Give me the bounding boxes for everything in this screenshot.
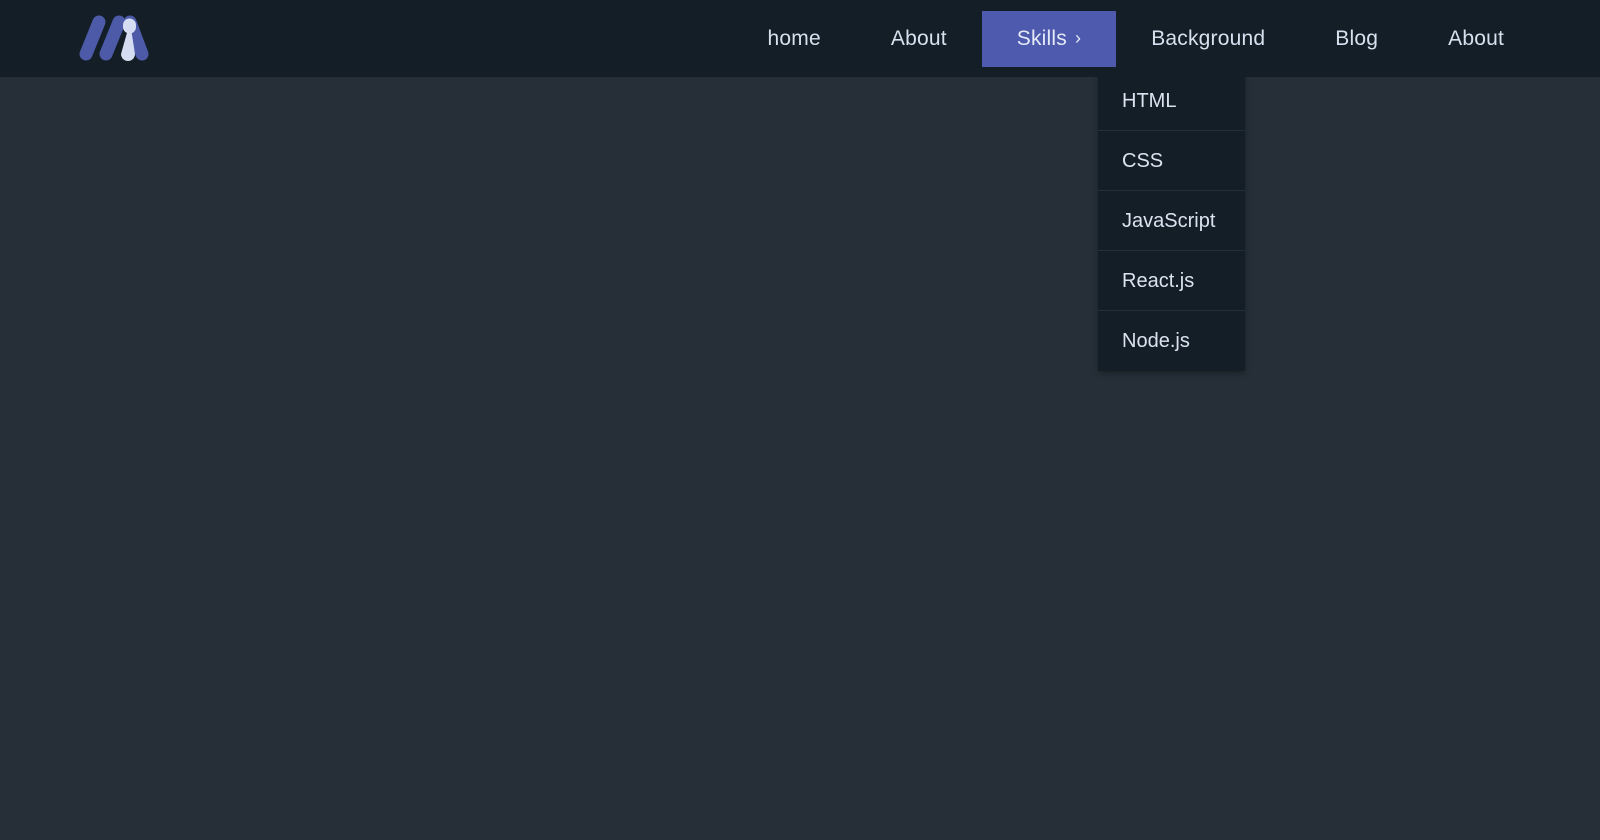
- nav-item-label: Skills: [1016, 27, 1067, 50]
- dropdown-item-label: Node.js: [1122, 330, 1190, 352]
- dropdown-item-label: CSS: [1122, 149, 1164, 172]
- nav-item-label: About: [890, 27, 947, 50]
- dropdown-item-reactjs[interactable]: React.js: [1098, 251, 1245, 311]
- dropdown-item-label: HTML: [1122, 89, 1177, 112]
- nav-item-about-secondary[interactable]: About: [1432, 11, 1520, 67]
- nav-item-label: home: [767, 27, 821, 50]
- logo-svg: [79, 15, 149, 61]
- nav-item-label: About: [1448, 27, 1504, 50]
- logo-mark-icon[interactable]: [72, 10, 158, 66]
- dropdown-item-label: JavaScript: [1122, 209, 1216, 232]
- dropdown-item-css[interactable]: CSS: [1098, 131, 1245, 191]
- nav-item-blog[interactable]: Blog: [1319, 11, 1394, 67]
- main-nav: home About Skills › Background Blog Abou…: [733, 0, 1600, 77]
- nav-item-label: Background: [1151, 27, 1266, 50]
- nav-item-label: Blog: [1335, 27, 1379, 50]
- nav-item-skills[interactable]: Skills ›: [981, 10, 1117, 67]
- nav-item-background[interactable]: Background: [1135, 11, 1281, 67]
- nav-item-about[interactable]: About: [875, 11, 963, 67]
- page-root: home About Skills › Background Blog Abou…: [0, 0, 1600, 840]
- chevron-right-icon: ›: [1074, 27, 1082, 48]
- dropdown-item-html[interactable]: HTML: [1098, 71, 1245, 131]
- dropdown-item-nodejs[interactable]: Node.js: [1098, 311, 1245, 371]
- main-content: [0, 77, 1600, 840]
- dropdown-item-javascript[interactable]: JavaScript: [1098, 191, 1245, 251]
- site-header: home About Skills › Background Blog Abou…: [0, 0, 1600, 77]
- skills-dropdown-menu: HTML CSS JavaScript React.js Node.js: [1098, 71, 1245, 371]
- dropdown-item-label: React.js: [1122, 269, 1195, 292]
- nav-item-home[interactable]: home: [752, 11, 837, 67]
